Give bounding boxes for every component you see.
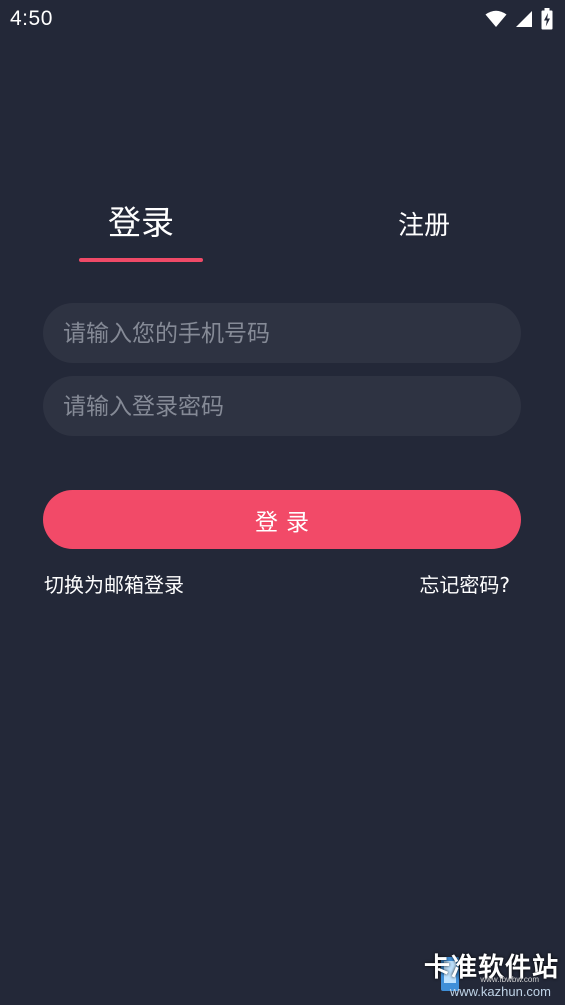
switch-to-email-login-link[interactable]: 切换为邮箱登录 xyxy=(44,571,184,599)
forgot-password-link[interactable]: 忘记密码? xyxy=(419,571,510,599)
login-button[interactable]: 登录 xyxy=(43,490,521,549)
tab-register[interactable]: 注册 xyxy=(372,203,476,249)
tab-login[interactable]: 登录 xyxy=(79,200,203,246)
password-input[interactable] xyxy=(61,376,507,438)
status-time: 4:50 xyxy=(10,7,53,30)
password-field xyxy=(43,376,521,438)
wifi-icon xyxy=(485,10,507,28)
watermark: 卡准软件站 www.fbwbw.com www.kazhun.com xyxy=(411,947,561,1003)
phone-field xyxy=(43,303,521,365)
status-icons xyxy=(485,8,553,30)
active-tab-indicator xyxy=(79,258,203,262)
watermark-url: www.kazhun.com xyxy=(449,984,551,999)
login-screen: 4:50 登录 注册 请输入您的手机号码 登录 切换为邮箱登录 忘记密码? 卡准… xyxy=(0,0,565,1005)
cellular-signal-icon xyxy=(515,10,533,28)
status-bar: 4:50 xyxy=(0,0,565,38)
battery-charging-icon xyxy=(541,8,553,30)
phone-input[interactable] xyxy=(61,303,507,365)
watermark-small-url: www.fbwbw.com xyxy=(480,975,539,984)
